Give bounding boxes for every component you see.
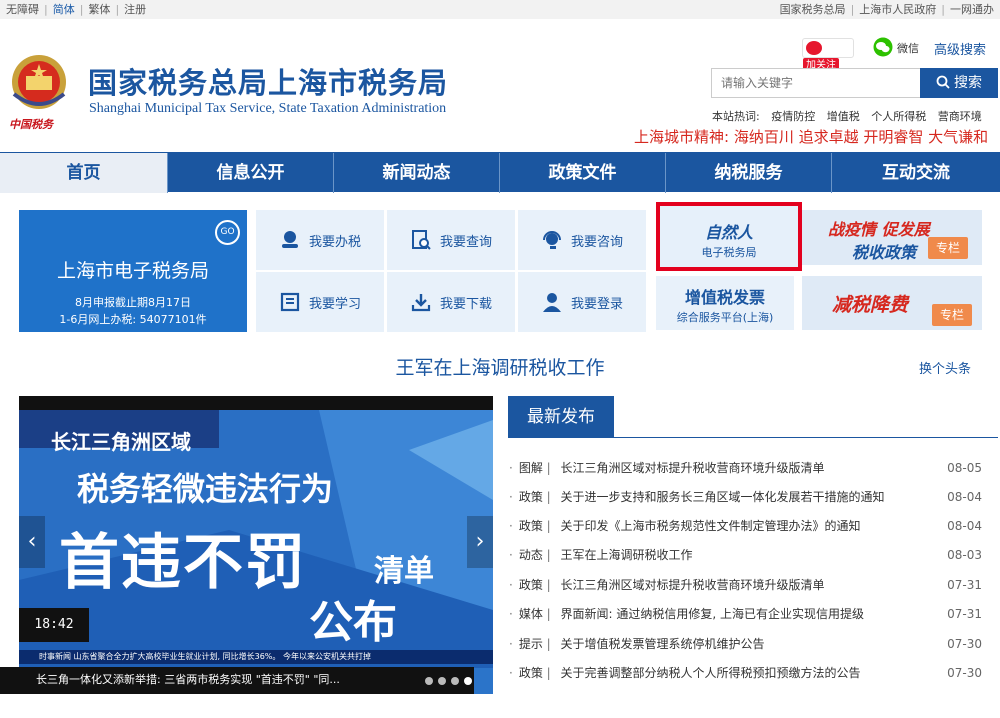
search-button[interactable]: 搜索 xyxy=(920,68,998,98)
slider-dots xyxy=(425,670,477,689)
nav-service[interactable]: 纳税服务 xyxy=(666,153,832,193)
etax-bureau-tile[interactable]: GO 上海市电子税务局 8月申报截止期8月17日 1-6月网上办税: 54077… xyxy=(19,210,247,332)
epidemic-policy-banner[interactable]: 战疫情 促发展 税收政策 专栏 xyxy=(802,210,982,265)
etax-deadline: 8月申报截止期8月17日 xyxy=(75,296,191,309)
slider-top-bar xyxy=(19,396,493,410)
slider-caption[interactable]: 长三角一体化又添新举措: 三省两市税务实现 "首违不罚" "同... xyxy=(36,671,340,687)
accessibility-link[interactable]: 无障碍 xyxy=(6,3,39,16)
news-item[interactable]: · 动态 | 王军在上海调研税收工作 08-03 xyxy=(509,544,997,566)
advanced-search-link[interactable]: 高级搜索 xyxy=(934,39,986,58)
go-icon: GO xyxy=(215,220,240,245)
emblem-text: 中国税务 xyxy=(9,118,53,131)
hot-words: 本站热词: 疫情防控 增值税 个人所得税 营商环境 xyxy=(712,108,990,124)
news-item[interactable]: · 政策 | 关于印发《上海市税务规范性文件制定管理办法》的通知 08-04 xyxy=(509,515,997,537)
book-icon xyxy=(280,292,300,312)
service-consult[interactable]: 我要咨询 xyxy=(518,210,646,270)
slider-line2b: 清单 xyxy=(374,554,434,589)
traditional-link[interactable]: 繁体 xyxy=(88,3,110,16)
sat-link[interactable]: 国家税务总局 xyxy=(780,3,846,16)
nav-news[interactable]: 新闻动态 xyxy=(334,153,500,193)
ticker-text: 时事新闻 山东省聚合全力扩大高校毕业生就业计划, 同比增长36%。 今年以来公安… xyxy=(19,650,493,664)
vat-title: 增值税发票 xyxy=(684,288,765,307)
main-nav: 首页 信息公开 新闻动态 政策文件 纳税服务 互动交流 xyxy=(0,152,1000,193)
tax-emblem-logo[interactable]: 中国税务 xyxy=(6,52,72,134)
service-learn[interactable]: 我要学习 xyxy=(256,272,384,332)
sh-gov-link[interactable]: 上海市人民政府 xyxy=(859,3,936,16)
special-column-badge: 专栏 xyxy=(932,304,972,326)
nav-info[interactable]: 信息公开 xyxy=(168,153,334,193)
slider-prev-button[interactable]: ‹ xyxy=(19,516,45,568)
news-item[interactable]: · 提示 | 关于增值税发票管理系统停机维护公告 07-30 xyxy=(509,633,997,655)
promo2-line1: 减税降费 xyxy=(832,294,909,316)
nav-home[interactable]: 首页 xyxy=(0,153,168,193)
user-icon xyxy=(542,293,561,312)
search-input[interactable] xyxy=(711,68,920,98)
slider-line1: 税务轻微违法行为 xyxy=(77,470,334,508)
news-item[interactable]: · 政策 | 长江三角洲区域对标提升税收营商环境升级版清单 07-31 xyxy=(509,574,997,596)
search-icon xyxy=(936,75,950,89)
hot-word[interactable]: 增值税 xyxy=(827,110,860,123)
slider-dot-active[interactable] xyxy=(464,677,472,685)
promo1-line1: 战疫情 促发展 xyxy=(828,220,930,239)
news-item[interactable]: · 图解 | 长江三角洲区域对标提升税收营商环境升级版清单 08-05 xyxy=(509,457,997,479)
nav-policy[interactable]: 政策文件 xyxy=(500,153,666,193)
weibo-icon xyxy=(806,41,822,55)
news-item[interactable]: · 政策 | 关于进一步支持和服务长三角区域一体化发展若干措施的通知 08-04 xyxy=(509,486,997,508)
site-title-en: Shanghai Municipal Tax Service, State Ta… xyxy=(89,101,447,116)
top-bar: 无障碍 | 简体 | 繁体 | 注册 国家税务总局 | 上海市人民政府 | 一网通办 xyxy=(0,0,1000,19)
slider-dot[interactable] xyxy=(438,677,446,685)
vat-subtitle: 综合服务平台(上海) xyxy=(676,311,774,324)
register-link[interactable]: 注册 xyxy=(124,3,146,16)
top-links-right: 国家税务总局 | 上海市人民政府 | 一网通办 xyxy=(779,3,994,16)
hot-words-label: 本站热词: xyxy=(712,110,760,123)
slider-channel-label: 长江三角洲区域 xyxy=(51,430,191,454)
one-net-link[interactable]: 一网通办 xyxy=(950,3,994,16)
site-title: 国家税务总局上海市税务局 xyxy=(88,66,449,100)
latest-tab[interactable]: 最新发布 xyxy=(508,396,614,438)
city-spirit: 上海城市精神: 海纳百川 追求卓越 开明睿智 大气谦和 xyxy=(634,128,989,146)
etax-title: 上海市电子税务局 xyxy=(56,260,209,282)
service-login[interactable]: 我要登录 xyxy=(518,272,646,332)
weibo-follow-button[interactable]: 加关注 xyxy=(802,38,854,74)
natural-title: 自然人 xyxy=(704,223,753,242)
natural-subtitle: 电子税务局 xyxy=(701,246,757,259)
tax-reduction-banner[interactable]: 减税降费 专栏 xyxy=(802,276,982,330)
slider-dot[interactable] xyxy=(425,677,433,685)
hot-word[interactable]: 营商环境 xyxy=(938,110,982,123)
headset-icon xyxy=(542,231,561,249)
hand-coin-icon xyxy=(281,231,298,248)
download-icon xyxy=(411,294,431,312)
news-slider[interactable]: 长江三角洲区域 税务轻微违法行为 首违不罚 清单 公布 18:42 时事新闻 山… xyxy=(19,396,493,694)
service-query[interactable]: 我要查询 xyxy=(387,210,515,270)
nav-interaction[interactable]: 互动交流 xyxy=(832,153,1000,193)
news-item[interactable]: · 政策 | 关于完善调整部分纳税人个人所得税预扣预缴方法的公告 07-30 xyxy=(509,662,997,684)
promo1-line2: 税收政策 xyxy=(852,243,917,262)
ticker-time: 18:42 xyxy=(19,608,89,642)
latest-divider xyxy=(508,437,998,438)
slider-dot[interactable] xyxy=(451,677,459,685)
wechat-label[interactable]: 微信 xyxy=(897,40,919,56)
slider-line2: 首违不罚 xyxy=(59,528,307,598)
hot-word[interactable]: 个人所得税 xyxy=(871,110,926,123)
top-links-left: 无障碍 | 简体 | 繁体 | 注册 xyxy=(6,3,147,16)
simplified-link[interactable]: 简体 xyxy=(53,3,75,16)
hot-word[interactable]: 疫情防控 xyxy=(771,110,815,123)
slider-line3: 公布 xyxy=(309,597,397,648)
vat-invoice-platform-banner[interactable]: 增值税发票 综合服务平台(上海) xyxy=(656,276,794,330)
document-search-icon xyxy=(411,230,431,250)
headline-title[interactable]: 王军在上海调研税收工作 xyxy=(0,353,1000,380)
etax-count: 1-6月网上办税: 54077101件 xyxy=(59,313,207,326)
service-download[interactable]: 我要下载 xyxy=(387,272,515,332)
slider-next-button[interactable]: › xyxy=(467,516,493,568)
news-item[interactable]: · 媒体 | 界面新闻: 通过纳税信用修复, 上海已有企业实现信用提级 07-31 xyxy=(509,603,997,625)
service-handle-tax[interactable]: 我要办税 xyxy=(256,210,384,270)
special-column-badge: 专栏 xyxy=(928,237,968,259)
swap-headline-link[interactable]: 换个头条 xyxy=(919,358,971,377)
wechat-icon[interactable] xyxy=(872,37,894,57)
natural-person-etax-banner[interactable]: 自然人 电子税务局 xyxy=(656,202,802,271)
